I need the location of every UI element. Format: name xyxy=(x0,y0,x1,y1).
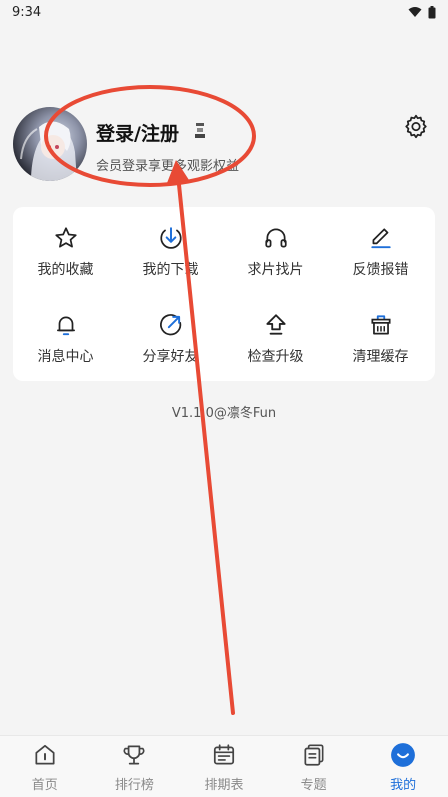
status-icons xyxy=(408,5,436,19)
bell-icon xyxy=(56,316,75,336)
grid-item-clear-cache[interactable]: 清理缓存 xyxy=(328,294,433,381)
grid-item-label: 分享好友 xyxy=(142,349,199,365)
grid-item-label: 清理缓存 xyxy=(352,349,409,365)
tab-ranking[interactable]: 排行榜 xyxy=(90,736,180,797)
trophy-icon xyxy=(123,745,145,765)
upgrade-icon xyxy=(265,314,286,335)
grid-item-request[interactable]: 求片找片 xyxy=(223,207,328,294)
status-time: 9:34 xyxy=(12,4,42,20)
badge-icon xyxy=(195,123,205,138)
home-icon xyxy=(35,744,55,765)
basket-icon xyxy=(370,315,391,335)
grid-item-share[interactable]: 分享好友 xyxy=(118,294,223,381)
grid-item-label: 反馈报错 xyxy=(352,262,409,278)
tab-label: 首页 xyxy=(31,778,58,793)
function-grid: 我的收藏 我的下载 求片找片 反馈报错 消息中心 分享好友 检查升级 清理缓存 xyxy=(13,207,435,381)
tab-schedule[interactable]: 排期表 xyxy=(179,736,269,797)
grid-item-downloads[interactable]: 我的下载 xyxy=(118,207,223,294)
version-text: V1.1.0@凛冬Fun xyxy=(171,406,277,421)
download-icon xyxy=(159,227,182,249)
tab-label: 排行榜 xyxy=(114,778,154,793)
tab-label: 我的 xyxy=(390,778,417,793)
battery-icon xyxy=(428,5,436,18)
bottom-tab-bar: 首页 排行榜 排期表 专题 我的 xyxy=(0,735,448,797)
grid-item-label: 消息中心 xyxy=(37,349,94,365)
edit-icon xyxy=(370,228,391,249)
avatar[interactable] xyxy=(13,107,87,181)
profile-icon xyxy=(391,743,416,767)
status-bar: 9:34 xyxy=(0,0,448,24)
tab-label: 专题 xyxy=(300,778,327,793)
settings-gear-icon[interactable] xyxy=(403,113,429,139)
grid-item-label: 求片找片 xyxy=(247,262,304,278)
star-icon xyxy=(54,227,77,248)
grid-item-label: 我的收藏 xyxy=(37,262,94,278)
wifi-icon xyxy=(408,7,422,17)
grid-item-upgrade[interactable]: 检查升级 xyxy=(223,294,328,381)
calendar-icon xyxy=(213,744,235,765)
grid-item-label: 检查升级 xyxy=(247,349,304,365)
tab-topics[interactable]: 专题 xyxy=(269,736,359,797)
tab-label: 排期表 xyxy=(204,778,244,793)
grid-item-label: 我的下载 xyxy=(142,262,199,278)
grid-item-favorites[interactable]: 我的收藏 xyxy=(13,207,118,294)
tab-home[interactable]: 首页 xyxy=(0,736,90,797)
tab-mine[interactable]: 我的 xyxy=(358,736,448,797)
grid-item-messages[interactable]: 消息中心 xyxy=(13,294,118,381)
topics-icon xyxy=(304,744,324,766)
login-title[interactable]: 登录/注册 xyxy=(96,119,179,146)
headphones-icon xyxy=(264,228,287,248)
grid-item-feedback[interactable]: 反馈报错 xyxy=(328,207,433,294)
profile-header[interactable]: 登录/注册 会员登录享更多观影权益 xyxy=(13,105,435,185)
share-icon xyxy=(159,314,181,336)
login-subtitle: 会员登录享更多观影权益 xyxy=(96,159,240,174)
